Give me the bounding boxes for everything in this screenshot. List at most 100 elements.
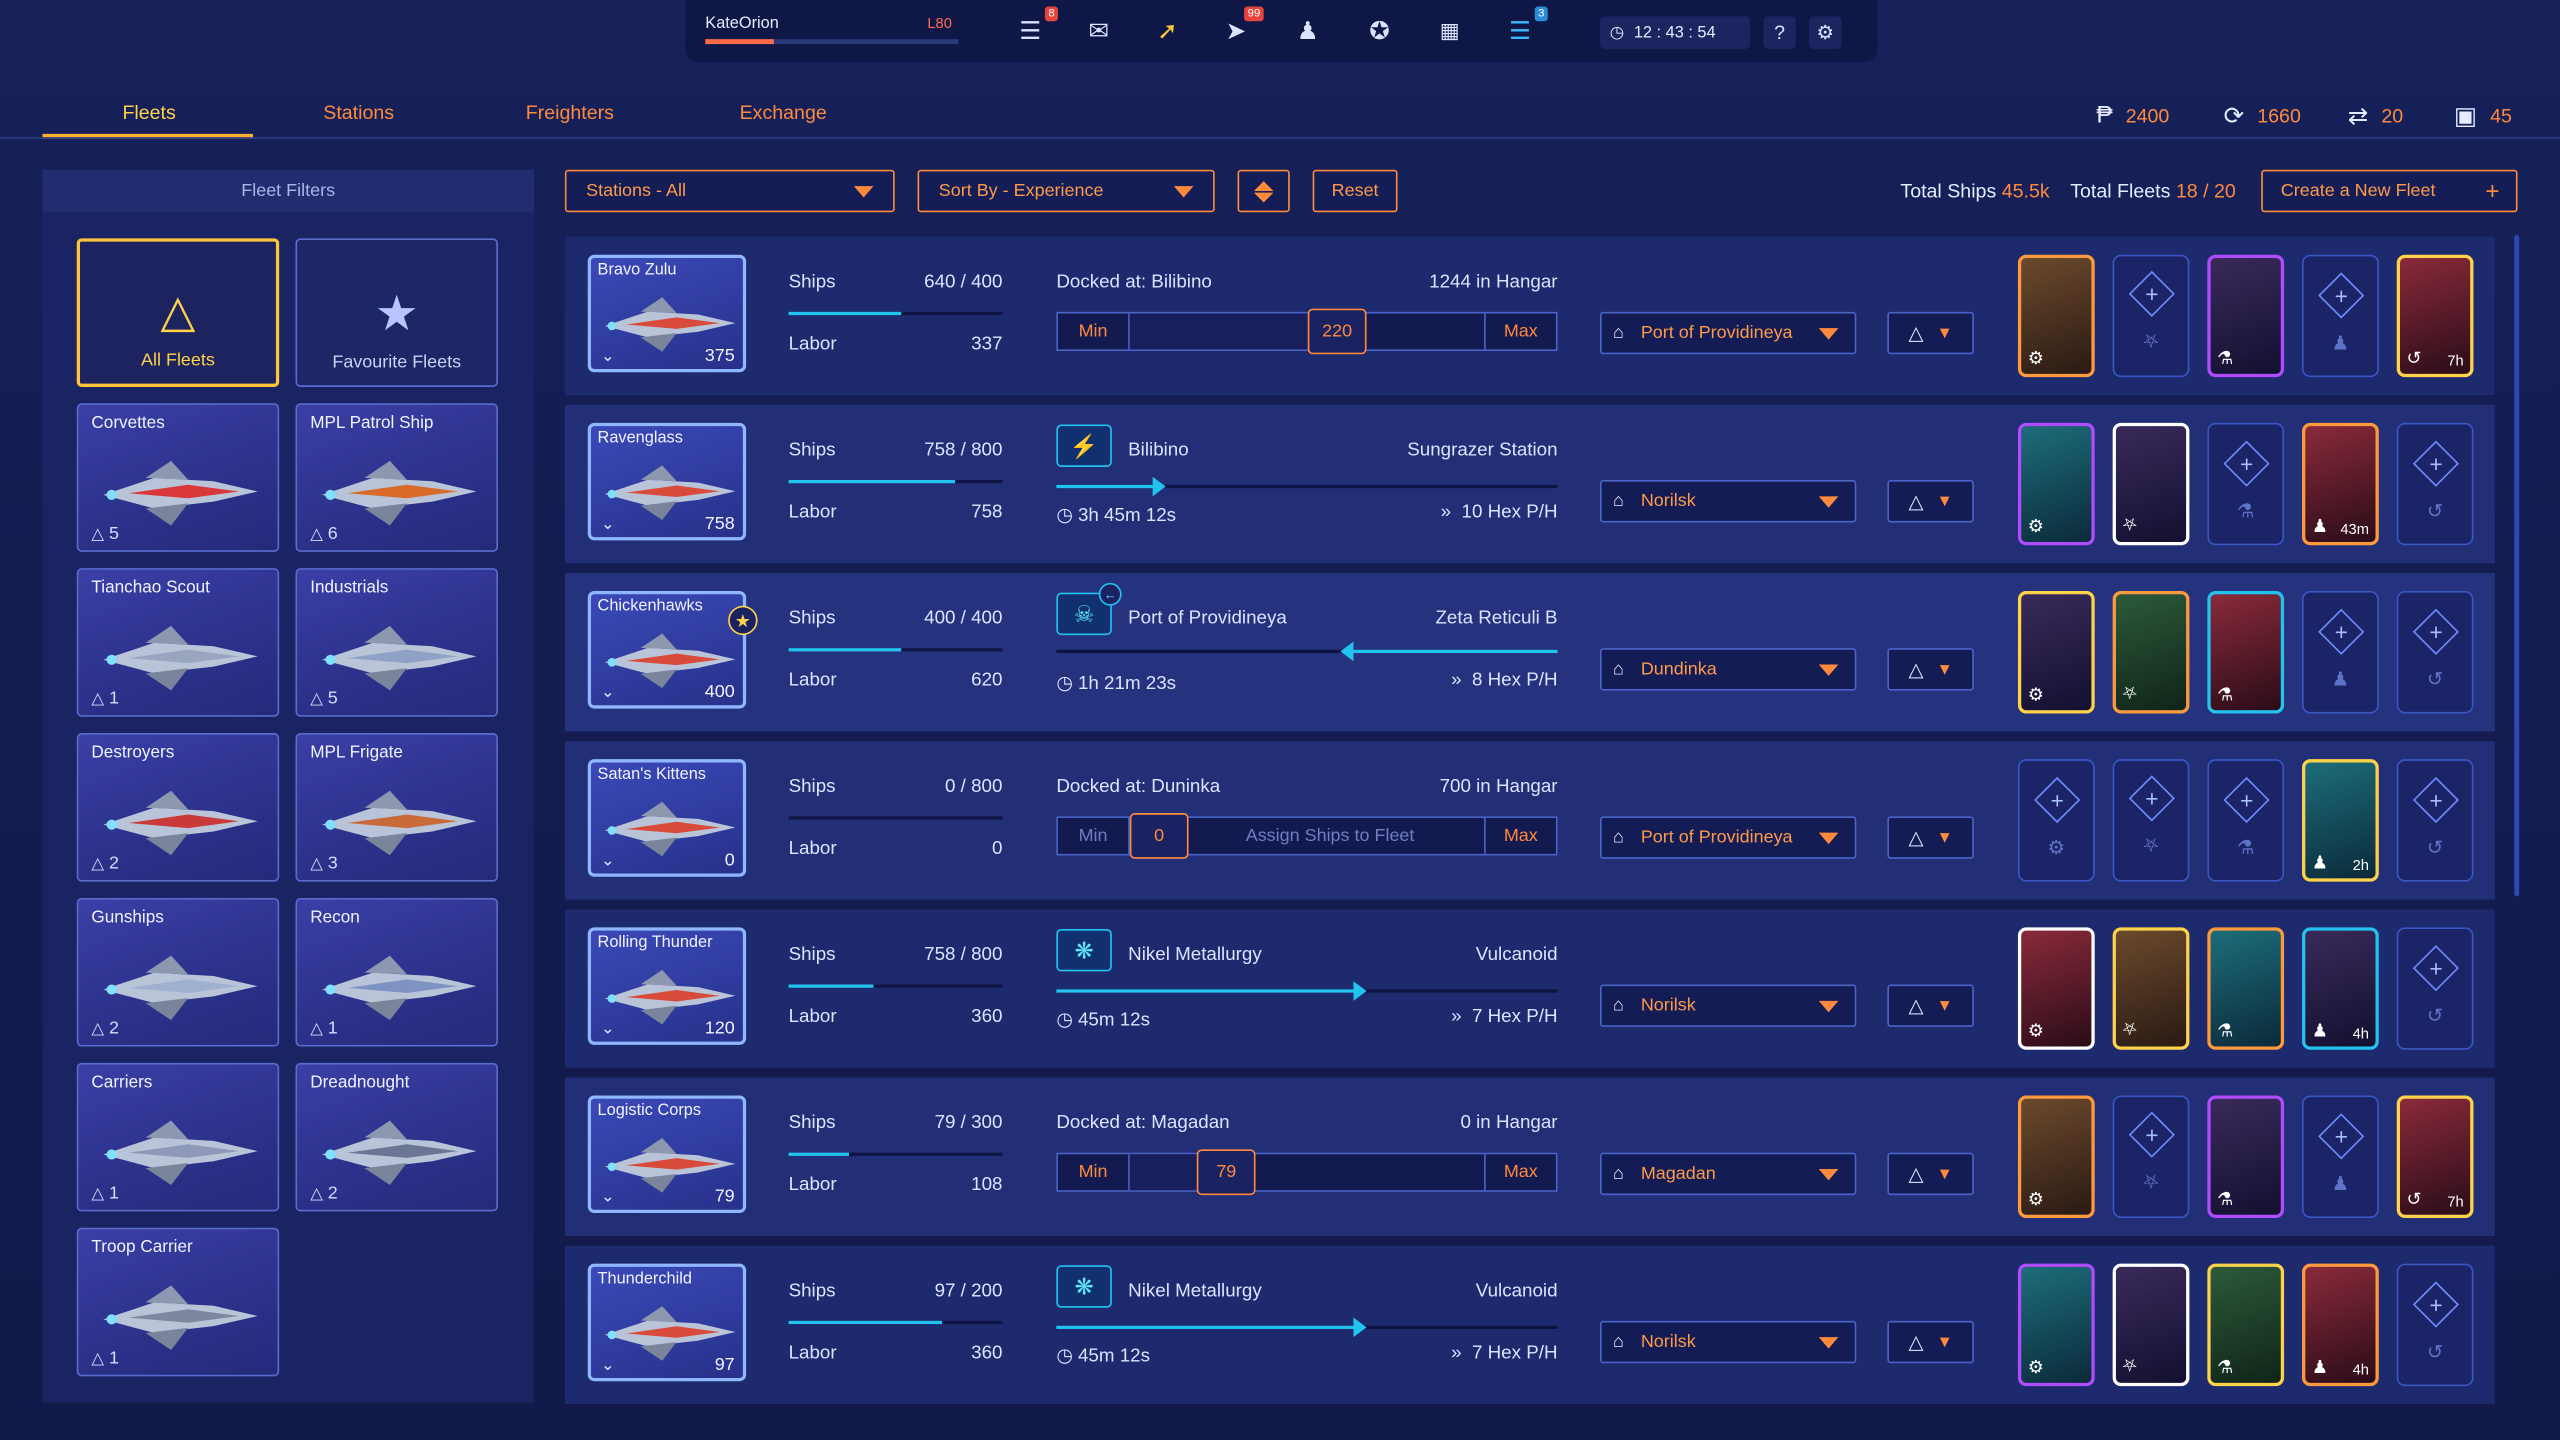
crew-card[interactable]: ♟ 4h — [2302, 1263, 2379, 1387]
min-button[interactable]: Min — [1058, 313, 1130, 350]
crew-card[interactable]: ⚗ — [2207, 1095, 2285, 1218]
crew-card[interactable]: ♟ 4h — [2302, 927, 2379, 1050]
fleet-thumbnail[interactable]: Thunderchild ⌄ 97 — [587, 1263, 747, 1382]
home-station-dropdown[interactable]: ⌂ Dundinka — [1599, 648, 1857, 691]
crew-menu-button[interactable]: △ ▼ — [1887, 648, 1974, 691]
crew-card[interactable]: ⚗ — [2207, 1263, 2285, 1387]
crew-card[interactable]: ⛧ — [2112, 927, 2190, 1050]
tab-exchange[interactable]: Exchange — [740, 101, 827, 124]
fleet-thumbnail[interactable]: Satan's Kittens ⌄ 0 — [587, 759, 747, 877]
crew-card[interactable]: ♟ 2h — [2302, 759, 2379, 882]
empty-crew-slot[interactable]: + ↺ — [2396, 422, 2474, 546]
fleet-stack-icon[interactable]: ☰ 3 — [1502, 6, 1548, 49]
fleet-filter-tile[interactable]: Gunships △ 2 — [76, 897, 280, 1047]
log-icon[interactable]: ☰ 8 — [1012, 6, 1058, 49]
chevron-down-icon[interactable]: ⌄ — [601, 516, 615, 534]
home-station-dropdown[interactable]: ⌂ Port of Providineya — [1599, 816, 1857, 859]
sort-direction-button[interactable] — [1237, 169, 1290, 213]
crew-card[interactable]: ⛧ — [2112, 1263, 2190, 1387]
fleet-row[interactable]: Thunderchild ⌄ 97 Ships 97 / 200 Labor 360 ❋ Nik… — [564, 1245, 2495, 1405]
chevron-down-icon[interactable]: ⌄ — [601, 1020, 615, 1038]
create-fleet-button[interactable]: Create a New Fleet + — [2261, 169, 2518, 213]
mail-icon[interactable]: ✉ — [1081, 13, 1117, 49]
home-station-dropdown[interactable]: ⌂ Norilsk — [1599, 479, 1857, 523]
fleet-row[interactable]: Satan's Kittens ⌄ 0 Ships 0 / 800 Labor 0 Docke… — [564, 741, 2495, 900]
help-button[interactable]: ? — [1763, 16, 1796, 49]
home-station-dropdown[interactable]: ⌂ Magadan — [1599, 1152, 1857, 1196]
chevron-down-icon[interactable]: ⌄ — [601, 1189, 615, 1207]
crew-card[interactable]: ⚙ — [2017, 591, 2095, 714]
favourite-star-icon[interactable]: ★ — [728, 605, 758, 636]
crew-card[interactable]: ⚙ — [2017, 927, 2095, 1050]
fleet-row[interactable]: Ravenglass ⌄ 758 Ships 758 / 800 Labor 758 ⚡ Bil… — [564, 404, 2495, 564]
empty-crew-slot[interactable]: + ⚙ — [2017, 759, 2095, 882]
fleet-filter-tile[interactable]: Tianchao Scout △ 1 — [76, 568, 280, 717]
fleet-row[interactable]: Rolling Thunder ⌄ 120 Ships 758 / 800 Labor 36… — [564, 909, 2495, 1068]
chevron-down-icon[interactable]: ⌄ — [601, 684, 615, 702]
fleet-filter-tile[interactable]: Industrials △ 5 — [295, 568, 498, 717]
fleet-filter-tile[interactable]: Destroyers △ 2 — [76, 733, 280, 882]
crew-menu-button[interactable]: △ ▼ — [1887, 816, 1974, 859]
scrollbar[interactable] — [2514, 235, 2520, 897]
min-button[interactable]: Min — [1058, 817, 1130, 854]
home-station-dropdown[interactable]: ⌂ Norilsk — [1599, 1320, 1857, 1364]
crew-menu-button[interactable]: △ ▼ — [1887, 479, 1974, 523]
empty-crew-slot[interactable]: + ⚗ — [2207, 759, 2285, 882]
chevron-down-icon[interactable]: ⌄ — [601, 1357, 615, 1375]
fleet-row[interactable]: Logistic Corps ⌄ 79 Ships 79 / 300 Labor 108 Do… — [564, 1077, 2495, 1236]
empty-crew-slot[interactable]: + ↺ — [2396, 759, 2474, 882]
home-station-dropdown[interactable]: ⌂ Port of Providineya — [1599, 311, 1857, 355]
slider-handle[interactable]: 79 — [1196, 1149, 1256, 1196]
chevron-down-icon[interactable]: ⌄ — [601, 348, 615, 366]
crew-card[interactable]: ♟ 43m — [2302, 422, 2379, 546]
chevron-down-icon[interactable]: ⌄ — [601, 852, 615, 870]
crew-icon[interactable]: ♟ — [1290, 13, 1326, 49]
crew-menu-button[interactable]: △ ▼ — [1887, 1152, 1974, 1196]
crew-card[interactable]: ⚗ — [2207, 591, 2285, 714]
ship-assign-slider[interactable]: Min Max 79 — [1056, 1149, 1558, 1196]
sort-dropdown[interactable]: Sort By - Experience — [917, 169, 1215, 213]
fleet-thumbnail[interactable]: Ravenglass ⌄ 758 — [587, 422, 747, 541]
crew-card[interactable]: ↺ 7h — [2396, 1095, 2474, 1218]
tab-fleets[interactable]: Fleets — [122, 101, 175, 124]
crew-card[interactable]: ⚙ — [2017, 1095, 2095, 1218]
empty-crew-slot[interactable]: + ↺ — [2396, 927, 2474, 1050]
fleet-row[interactable]: Bravo Zulu ⌄ 375 Ships 640 / 400 Labor 337 Dock… — [564, 236, 2495, 396]
fleet-filter-tile[interactable]: Troop Carrier △ 1 — [76, 1227, 280, 1377]
fleet-thumbnail[interactable]: Bravo Zulu ⌄ 375 — [587, 254, 747, 373]
crew-card[interactable]: ⚗ — [2207, 927, 2285, 1050]
settings-button[interactable]: ⚙ — [1808, 16, 1842, 49]
empty-crew-slot[interactable]: + ⛧ — [2112, 1095, 2190, 1218]
slider-handle[interactable]: 220 — [1307, 308, 1367, 355]
home-station-dropdown[interactable]: ⌂ Norilsk — [1599, 984, 1857, 1027]
alliance-icon[interactable]: ✪ — [1362, 13, 1398, 49]
fleet-thumbnail[interactable]: Logistic Corps ⌄ 79 — [587, 1095, 747, 1214]
empty-crew-slot[interactable]: + ↺ — [2396, 1263, 2474, 1387]
tab-freighters[interactable]: Freighters — [526, 101, 614, 124]
crew-menu-button[interactable]: △ ▼ — [1887, 311, 1974, 355]
reset-button[interactable]: Reset — [1312, 169, 1398, 213]
fleet-filter-tile[interactable]: Dreadnought △ 2 — [295, 1062, 498, 1212]
crew-menu-button[interactable]: △ ▼ — [1887, 984, 1974, 1027]
market-icon[interactable]: ➤ 99 — [1218, 6, 1264, 49]
empty-crew-slot[interactable]: + ⚗ — [2207, 422, 2285, 546]
fleet-filter-tile[interactable]: MPL Patrol Ship △ 6 — [295, 403, 498, 552]
empty-crew-slot[interactable]: + ♟ — [2302, 254, 2379, 378]
ship-assign-slider[interactable]: Min Assign Ships to Fleet Max 0 — [1056, 813, 1558, 859]
empty-crew-slot[interactable]: + ♟ — [2302, 591, 2379, 714]
favourite-fleets-filter[interactable]: ★ Favourite Fleets — [295, 238, 498, 387]
fleet-filter-tile[interactable]: Carriers △ 1 — [76, 1062, 280, 1212]
crew-card[interactable]: ↺ 7h — [2396, 254, 2474, 378]
crew-menu-button[interactable]: △ ▼ — [1887, 1320, 1974, 1364]
fleet-filter-tile[interactable]: MPL Frigate △ 3 — [295, 733, 498, 882]
crew-card[interactable]: ⚙ — [2017, 1263, 2095, 1387]
all-fleets-filter[interactable]: △ All Fleets — [76, 238, 280, 387]
fleet-thumbnail[interactable]: Rolling Thunder ⌄ 120 — [587, 927, 747, 1045]
fleet-row[interactable]: Chickenhawks ⌄ 400 ★ Ships 400 / 400 Labor 620 ☠… — [564, 573, 2495, 732]
ship-assign-slider[interactable]: Min Max 220 — [1056, 308, 1558, 355]
crew-card[interactable]: ⚗ — [2207, 254, 2285, 378]
crew-card[interactable]: ⛧ — [2112, 591, 2190, 714]
crew-card[interactable]: ⛧ — [2112, 422, 2190, 546]
stats-icon[interactable]: ➚ — [1149, 13, 1185, 49]
empty-crew-slot[interactable]: + ♟ — [2302, 1095, 2379, 1218]
